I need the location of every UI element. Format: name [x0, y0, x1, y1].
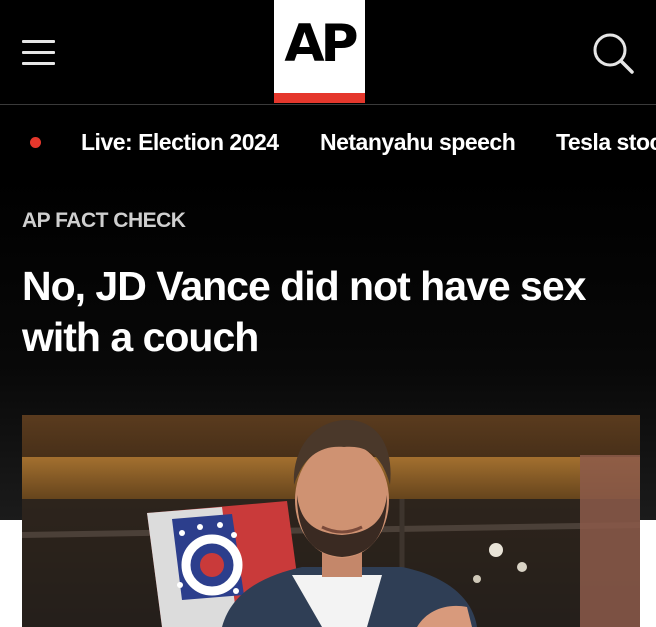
article-lead-image[interactable]	[22, 415, 640, 627]
trending-link-tesla[interactable]: Tesla stoc	[556, 123, 656, 161]
search-icon[interactable]	[590, 30, 636, 76]
trending-link-netanyahu[interactable]: Netanyahu speech	[320, 123, 516, 161]
trending-bar: Live: Election 2024 Netanyahu speech Tes…	[0, 105, 656, 175]
article-kicker[interactable]: AP FACT CHECK	[22, 209, 186, 233]
live-dot-icon	[30, 137, 41, 148]
logo-text: AP	[284, 14, 358, 74]
ap-logo[interactable]: AP	[274, 0, 365, 103]
logo-red-bar	[274, 93, 365, 103]
trending-link-election[interactable]: Live: Election 2024	[81, 123, 279, 161]
site-header: AP	[0, 0, 656, 105]
hamburger-menu-icon[interactable]	[20, 38, 58, 68]
article-headline: No, JD Vance did not have sex with a cou…	[22, 263, 586, 360]
